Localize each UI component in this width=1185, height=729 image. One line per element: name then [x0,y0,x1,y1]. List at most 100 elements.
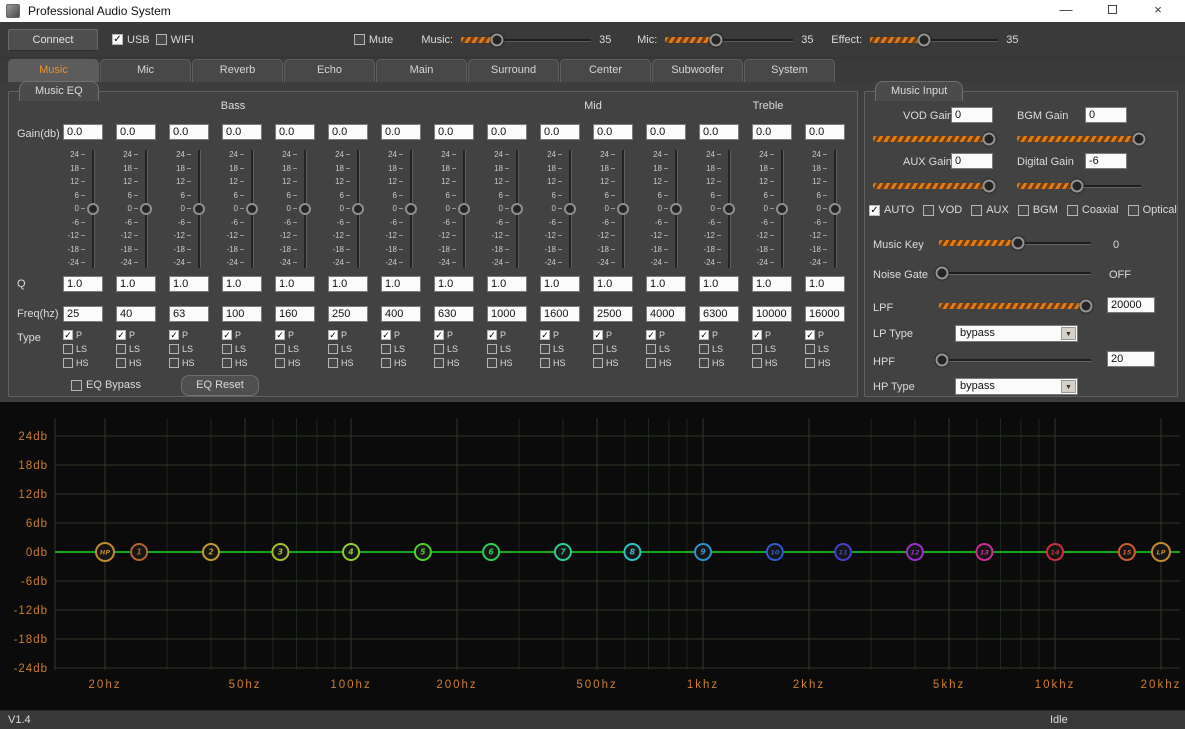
type-ls-checkbox[interactable]: LS [222,344,248,354]
slider-thumb[interactable] [352,203,364,215]
eq-gain-slider[interactable]: 24181260-6-12-18-24 [383,148,419,270]
type-ls-checkbox[interactable]: LS [63,344,89,354]
eq-freq-input[interactable] [434,306,474,322]
eq-q-input[interactable] [646,276,686,292]
type-ls-checkbox[interactable]: LS [275,344,301,354]
eq-q-input[interactable] [381,276,421,292]
mic-volume-slider[interactable] [665,33,793,47]
eq-gain-slider[interactable]: 24181260-6-12-18-24 [224,148,260,270]
eq-q-input[interactable] [222,276,262,292]
type-ls-checkbox[interactable]: LS [116,344,142,354]
type-p-checkbox[interactable]: ✓P [116,330,142,340]
digital-gain-input[interactable] [1085,153,1127,169]
slider-thumb[interactable] [1080,300,1093,313]
eq-freq-input[interactable] [699,306,739,322]
type-ls-checkbox[interactable]: LS [487,344,513,354]
slider-thumb[interactable] [918,33,931,46]
eq-freq-input[interactable] [63,306,103,322]
type-p-checkbox[interactable]: ✓P [646,330,672,340]
type-p-checkbox[interactable]: ✓P [275,330,301,340]
eq-freq-input[interactable] [805,306,845,322]
eq-gain-input[interactable] [328,124,368,140]
type-p-checkbox[interactable]: ✓P [540,330,566,340]
slider-thumb[interactable] [723,203,735,215]
slider-thumb[interactable] [564,203,576,215]
connect-button[interactable]: Connect [8,29,98,51]
eq-gain-slider[interactable]: 24181260-6-12-18-24 [595,148,631,270]
eq-gain-slider[interactable]: 24181260-6-12-18-24 [489,148,525,270]
slider-thumb[interactable] [193,203,205,215]
type-ls-checkbox[interactable]: LS [169,344,195,354]
eq-freq-input[interactable] [328,306,368,322]
hpf-slider[interactable] [939,353,1091,367]
eq-q-input[interactable] [593,276,633,292]
eq-gain-slider[interactable]: 24181260-6-12-18-24 [118,148,154,270]
slider-thumb[interactable] [87,203,99,215]
eq-gain-input[interactable] [381,124,421,140]
eq-gain-slider[interactable]: 24181260-6-12-18-24 [648,148,684,270]
eq-freq-input[interactable] [381,306,421,322]
eq-q-input[interactable] [169,276,209,292]
chevron-down-icon[interactable]: ▼ [1061,327,1076,340]
eq-q-input[interactable] [805,276,845,292]
type-hs-checkbox[interactable]: HS [540,358,566,368]
tab-center[interactable]: Center [560,59,651,82]
type-hs-checkbox[interactable]: HS [434,358,460,368]
vod-gain-input[interactable] [951,107,993,123]
tab-reverb[interactable]: Reverb [192,59,283,82]
slider-thumb[interactable] [936,267,949,280]
eq-gain-slider[interactable]: 24181260-6-12-18-24 [754,148,790,270]
type-hs-checkbox[interactable]: HS [593,358,619,368]
eq-gain-input[interactable] [116,124,156,140]
type-ls-checkbox[interactable]: LS [328,344,354,354]
type-hs-checkbox[interactable]: HS [381,358,407,368]
type-hs-checkbox[interactable]: HS [116,358,142,368]
eq-gain-input[interactable] [805,124,845,140]
type-hs-checkbox[interactable]: HS [646,358,672,368]
slider-thumb[interactable] [776,203,788,215]
type-ls-checkbox[interactable]: LS [540,344,566,354]
aux-checkbox[interactable]: AUX [971,204,1009,216]
eq-freq-input[interactable] [540,306,580,322]
eq-freq-input[interactable] [646,306,686,322]
type-p-checkbox[interactable]: ✓P [487,330,513,340]
slider-thumb[interactable] [491,33,504,46]
eq-gain-input[interactable] [222,124,262,140]
slider-thumb[interactable] [936,354,949,367]
eq-gain-input[interactable] [434,124,474,140]
eq-q-input[interactable] [434,276,474,292]
usb-checkbox[interactable]: ✓ USB [112,34,150,46]
wifi-checkbox[interactable]: WIFI [156,34,194,46]
eq-gain-slider[interactable]: 24181260-6-12-18-24 [171,148,207,270]
slider-thumb[interactable] [1012,237,1025,250]
lpf-slider[interactable] [939,299,1091,313]
eq-gain-slider[interactable]: 24181260-6-12-18-24 [701,148,737,270]
aux-gain-input[interactable] [951,153,993,169]
eq-gain-slider[interactable]: 24181260-6-12-18-24 [542,148,578,270]
slider-thumb[interactable] [982,133,995,146]
type-hs-checkbox[interactable]: HS [328,358,354,368]
type-ls-checkbox[interactable]: LS [752,344,778,354]
type-p-checkbox[interactable]: ✓P [434,330,460,340]
type-hs-checkbox[interactable]: HS [63,358,89,368]
slider-thumb[interactable] [617,203,629,215]
tab-subwoofer[interactable]: Subwoofer [652,59,743,82]
effect-volume-slider[interactable] [870,33,998,47]
type-ls-checkbox[interactable]: LS [699,344,725,354]
aux-gain-slider[interactable] [873,179,991,193]
hpf-value-input[interactable] [1107,351,1155,367]
lp-type-dropdown[interactable]: bypass ▼ [955,325,1078,342]
type-p-checkbox[interactable]: ✓P [169,330,195,340]
type-hs-checkbox[interactable]: HS [169,358,195,368]
auto-checkbox[interactable]: ✓AUTO [869,204,914,216]
tab-echo[interactable]: Echo [284,59,375,82]
eq-gain-input[interactable] [487,124,527,140]
eq-bypass-checkbox[interactable]: EQ Bypass [71,379,141,391]
tab-main[interactable]: Main [376,59,467,82]
type-ls-checkbox[interactable]: LS [434,344,460,354]
type-p-checkbox[interactable]: ✓P [328,330,354,340]
eq-q-input[interactable] [63,276,103,292]
tab-surround[interactable]: Surround [468,59,559,82]
vod-checkbox[interactable]: VOD [923,204,962,216]
type-ls-checkbox[interactable]: LS [381,344,407,354]
